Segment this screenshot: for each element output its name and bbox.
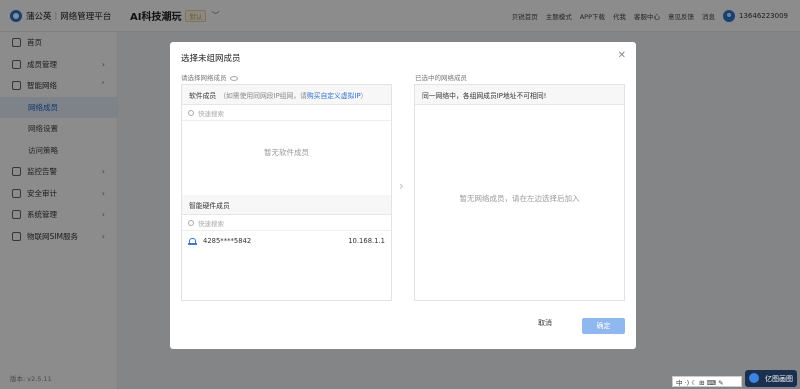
hardware-members-title: 智能硬件成员: [189, 201, 230, 210]
software-members-hint: （如需使用同网段IP组网，请: [219, 91, 307, 100]
search-icon: [188, 109, 194, 116]
watermark-logo: 亿图画图: [745, 370, 797, 387]
hardware-search-placeholder: 快速搜索: [198, 219, 224, 228]
hardware-members-header: 智能硬件成员: [182, 195, 391, 215]
device-ip: 10.168.1.1: [348, 237, 385, 245]
list-item[interactable]: 4285****5842 10.168.1.1: [188, 234, 385, 248]
left-member-panel: 软件成员 （如需使用同网段IP组网，请 购买自定义虚拟IP ） 快速搜索 暂无软…: [181, 84, 392, 301]
router-icon: [188, 237, 197, 245]
software-members-title: 软件成员: [189, 91, 217, 100]
software-search-input[interactable]: 快速搜索: [182, 105, 391, 121]
confirm-button[interactable]: 确定: [582, 318, 625, 334]
search-icon: [188, 219, 194, 226]
software-search-placeholder: 快速搜索: [198, 109, 224, 118]
watermark-text: 亿图画图: [765, 374, 793, 383]
ime-toolbar-text: 中 ·) ☾ ⊞ ⌨ ✎: [676, 378, 724, 387]
software-empty-text: 暂无软件成员: [264, 148, 309, 157]
hardware-search-input[interactable]: 快速搜索: [182, 215, 391, 231]
chevron-right-icon[interactable]: ›: [399, 179, 404, 193]
device-name: 4285****5842: [203, 237, 252, 245]
select-members-dialog: 选择未组网成员 ✕ 请选择网络成员 已选中的网络成员 软件成员 （如需使用同网段…: [170, 42, 636, 349]
selected-notice: 同一网络中，各组网成员IP地址不可相同!: [415, 85, 624, 105]
cancel-button[interactable]: 取消: [538, 318, 552, 328]
close-icon[interactable]: ✕: [618, 50, 626, 61]
buy-virtual-ip-link[interactable]: 购买自定义虚拟IP: [307, 90, 361, 100]
eye-icon[interactable]: [229, 75, 238, 81]
software-members-header: 软件成员 （如需使用同网段IP组网，请 购买自定义虚拟IP ）: [182, 85, 391, 105]
left-column-label-text: 请选择网络成员: [181, 74, 227, 82]
selected-member-panel: 同一网络中，各组网成员IP地址不可相同! 暂无网络成员，请在左边选择后加入: [414, 84, 625, 301]
right-column-label: 已选中的网络成员: [415, 74, 467, 82]
ime-toolbar[interactable]: 中 ·) ☾ ⊞ ⌨ ✎: [672, 376, 742, 387]
selected-empty-text: 暂无网络成员，请在左边选择后加入: [459, 194, 580, 203]
left-column-label: 请选择网络成员: [181, 72, 238, 82]
dialog-title: 选择未组网成员: [181, 54, 241, 64]
software-members-hint-end: ）: [360, 91, 368, 100]
